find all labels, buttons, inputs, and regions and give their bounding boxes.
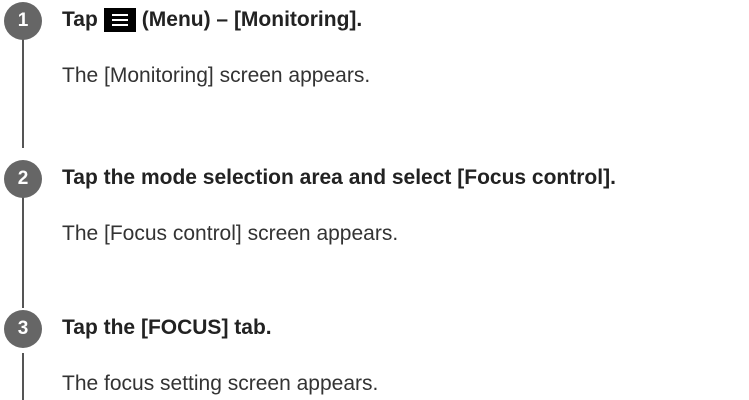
step-title: Tap the mode selection area and select [… — [62, 166, 616, 189]
step-number-badge: 2 — [4, 160, 42, 198]
step-title-suffix: (Menu) – [Monitoring]. — [141, 8, 363, 31]
timeline-connector — [22, 353, 24, 400]
step-number-badge: 3 — [4, 310, 42, 348]
step-title: Tap the [FOCUS] tab. — [62, 316, 272, 339]
menu-icon — [103, 8, 136, 32]
step-description: The focus setting screen appears. — [62, 372, 379, 395]
step-description: The [Monitoring] screen appears. — [62, 64, 371, 87]
step-title: Tap (Menu) – [Monitoring]. — [62, 8, 362, 32]
step-description: The [Focus control] screen appears. — [62, 222, 399, 245]
step-title-prefix: Tap — [62, 8, 98, 31]
timeline-connector — [22, 34, 24, 148]
timeline-connector — [22, 194, 24, 308]
step-number-badge: 1 — [4, 2, 42, 40]
